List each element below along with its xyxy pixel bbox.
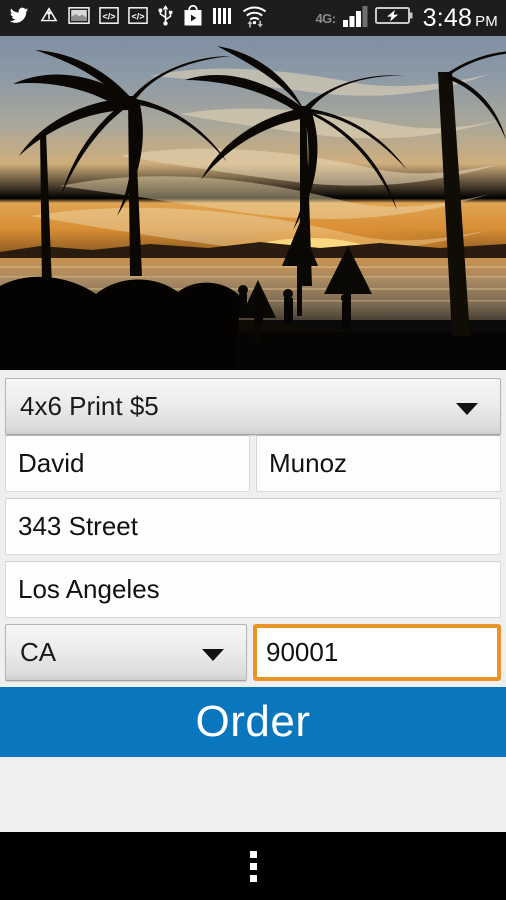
street-value: 343 Street: [18, 511, 138, 541]
clock: 3:48 PM: [423, 4, 498, 33]
zip-input[interactable]: 90001: [253, 624, 501, 681]
photo-artwork: [0, 36, 506, 370]
city-value: Los Angeles: [18, 574, 160, 604]
chevron-down-icon: [202, 648, 224, 661]
street-row: 343 Street: [5, 498, 501, 555]
order-form: 4x6 Print $5 David Munoz 343 Street Los …: [0, 370, 506, 814]
svg-text:</>: </>: [102, 11, 115, 21]
svg-text:</>: </>: [131, 11, 144, 21]
print-option-value: 4x6 Print $5: [20, 391, 159, 421]
state-value: CA: [20, 637, 57, 667]
first-name-value: David: [18, 448, 85, 478]
status-bar-system-icons: 4G: 3:48 PM: [315, 4, 498, 33]
signal-bars-icon: [342, 5, 369, 32]
overflow-dot-2: [249, 862, 257, 870]
system-navigation-bar: [0, 832, 506, 900]
overflow-dot-1: [249, 850, 257, 858]
status-bar: </> </> 4G: 3:48 PM: [0, 0, 506, 36]
wifi-transfer-icon: [241, 4, 271, 33]
bars-icon: [212, 6, 232, 31]
usb-icon: [157, 5, 174, 31]
city-input[interactable]: Los Angeles: [5, 561, 501, 618]
code-tag-icon-2: </>: [128, 6, 148, 30]
first-name-input[interactable]: David: [5, 435, 250, 492]
clock-time: 3:48: [422, 3, 473, 32]
zip-value: 90001: [266, 637, 339, 667]
last-name-value: Munoz: [269, 448, 348, 478]
order-button-label: Order: [195, 697, 311, 746]
name-row: David Munoz: [5, 435, 501, 492]
print-option-spinner[interactable]: 4x6 Print $5: [5, 378, 501, 435]
sunset-beach-photo[interactable]: [0, 36, 506, 370]
last-name-input[interactable]: Munoz: [256, 435, 501, 492]
order-button[interactable]: Order: [0, 687, 506, 757]
status-bar-notification-icons: </> </>: [8, 4, 315, 33]
state-zip-row: CA 90001: [5, 624, 501, 681]
state-spinner[interactable]: CA: [5, 624, 247, 681]
upload-arrow-icon: [39, 6, 59, 31]
screenshot-image-icon: [68, 6, 90, 30]
play-store-icon: [183, 4, 203, 31]
city-row: Los Angeles: [5, 561, 501, 618]
twitter-icon: [8, 6, 30, 31]
battery-charging-icon: [374, 5, 413, 31]
street-input[interactable]: 343 Street: [5, 498, 501, 555]
phone-screen: </> </> 4G: 3:48 PM 4x6 Print $5 David M…: [0, 0, 506, 900]
clock-ampm: PM: [475, 12, 498, 30]
chevron-down-icon: [456, 402, 478, 415]
network-type-label: 4G:: [315, 10, 336, 26]
code-tag-icon: </>: [99, 6, 119, 30]
overflow-dot-3: [249, 874, 257, 882]
overflow-menu-icon[interactable]: [249, 850, 257, 882]
